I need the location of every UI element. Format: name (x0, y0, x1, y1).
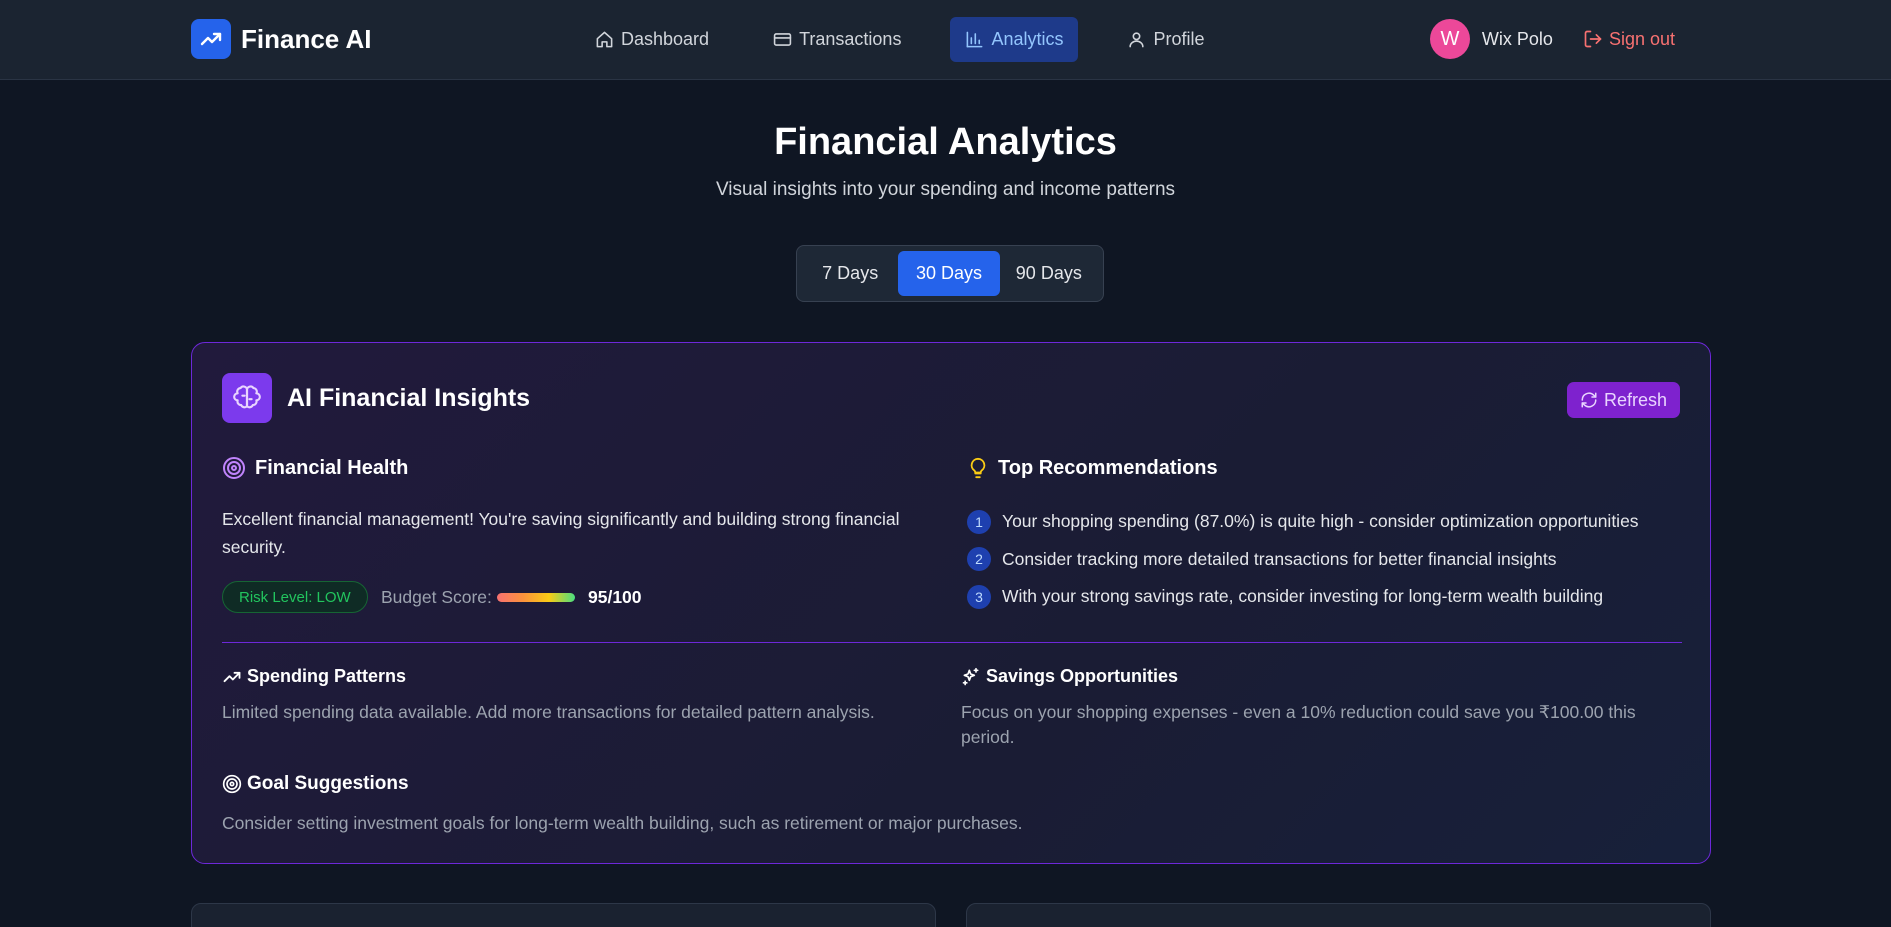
budget-score-bar (497, 593, 575, 602)
spending-patterns-title: Spending Patterns (247, 666, 407, 686)
page-title: Financial Analytics (774, 121, 1117, 163)
user-area: W Wix Polo Sign out (1429, 19, 1675, 59)
brand[interactable]: Finance AI (191, 19, 372, 59)
nav-transactions[interactable]: Transactions (758, 17, 916, 62)
spending-patterns-heading: Spending Patterns (222, 666, 406, 687)
savings-opportunities-title: Savings Opportunities (986, 666, 1179, 686)
financial-health-heading: Financial Health (222, 456, 408, 480)
nav-dashboard[interactable]: Dashboard (580, 17, 724, 62)
target-icon (223, 457, 245, 479)
lightbulb-icon (970, 457, 986, 479)
goal-suggestions-title: Goal Suggestions (247, 773, 409, 794)
home-icon (596, 31, 613, 48)
refresh-icon (1581, 392, 1597, 408)
range-30-days-button[interactable]: 30 Days (898, 251, 1000, 296)
credit-card-icon (773, 33, 792, 46)
ai-insights-card: AI Financial Insights Refresh Financial … (191, 342, 1711, 864)
goal-suggestions-heading: Goal Suggestions (222, 773, 409, 795)
target-icon (222, 774, 242, 794)
bar-chart-icon (967, 31, 983, 48)
insights-header: AI Financial Insights (222, 373, 530, 423)
page-subtitle: Visual insights into your spending and i… (715, 179, 1176, 200)
nav-profile-label: Profile (1153, 29, 1205, 49)
recommendation-number: 1 (967, 509, 991, 534)
recommendation-text: Your shopping spending (87.0%) is quite … (1002, 511, 1639, 532)
recommendation-number: 2 (967, 547, 991, 572)
risk-level-badge: Risk Level: LOW (222, 581, 368, 613)
recommendations-heading: Top Recommendations (967, 456, 1218, 480)
sparkles-icon (962, 667, 979, 685)
user-name: Wix Polo (1481, 28, 1553, 49)
log-out-icon (1584, 30, 1602, 48)
financial-health-title: Financial Health (255, 456, 409, 479)
avatar[interactable]: W (1429, 19, 1470, 59)
refresh-button[interactable]: Refresh (1567, 382, 1680, 418)
top-navbar: Finance AI Dashboard Transactions Analyt… (0, 0, 1891, 80)
chart-card-right (966, 903, 1711, 927)
recommendation-text: Consider tracking more detailed transact… (1002, 548, 1557, 569)
recommendations-list: 1 Your shopping spending (87.0%) is quit… (967, 503, 1639, 616)
refresh-label: Refresh (1603, 389, 1668, 410)
sign-out-button[interactable]: Sign out (1583, 29, 1675, 50)
main-nav: Dashboard Transactions Analytics Profile (580, 17, 1254, 62)
range-90-days-button[interactable]: 90 Days (1000, 251, 1098, 296)
budget-score-label: Budget Score: (381, 587, 492, 607)
nav-analytics-label: Analytics (991, 29, 1064, 49)
savings-opportunities-heading: Savings Opportunities (961, 666, 1178, 687)
sign-out-label: Sign out (1608, 28, 1675, 49)
recommendation-number: 3 (967, 584, 991, 609)
goal-suggestions-text: Consider setting investment goals for lo… (222, 813, 1023, 833)
recommendation-text: With your strong savings rate, consider … (1002, 586, 1604, 607)
range-7-days-button[interactable]: 7 Days (802, 251, 898, 296)
chart-card-left (191, 903, 936, 927)
brain-icon (222, 373, 272, 423)
savings-opportunities-text: Focus on your shopping expenses - even a… (961, 702, 1636, 747)
insights-title: AI Financial Insights (287, 383, 531, 412)
date-range-selector: 7 Days 30 Days 90 Days (796, 245, 1104, 302)
nav-transactions-label: Transactions (799, 29, 902, 49)
financial-health-text: Excellent financial management! You're s… (222, 509, 900, 557)
spending-patterns-text: Limited spending data available. Add mor… (222, 702, 875, 722)
trending-up-icon (223, 671, 241, 682)
user-icon (1129, 32, 1145, 48)
budget-score-value: 95/100 (588, 587, 642, 607)
nav-analytics[interactable]: Analytics (950, 17, 1079, 62)
nav-profile[interactable]: Profile (1112, 17, 1219, 62)
trending-up-icon (191, 19, 231, 59)
list-item: 1 Your shopping spending (87.0%) is quit… (967, 503, 1639, 541)
list-item: 2 Consider tracking more detailed transa… (967, 541, 1639, 579)
app-name: Finance AI (241, 23, 372, 54)
nav-dashboard-label: Dashboard (621, 29, 710, 49)
recommendations-title: Top Recommendations (998, 456, 1218, 479)
list-item: 3 With your strong savings rate, conside… (967, 578, 1639, 616)
section-divider (222, 642, 1682, 643)
